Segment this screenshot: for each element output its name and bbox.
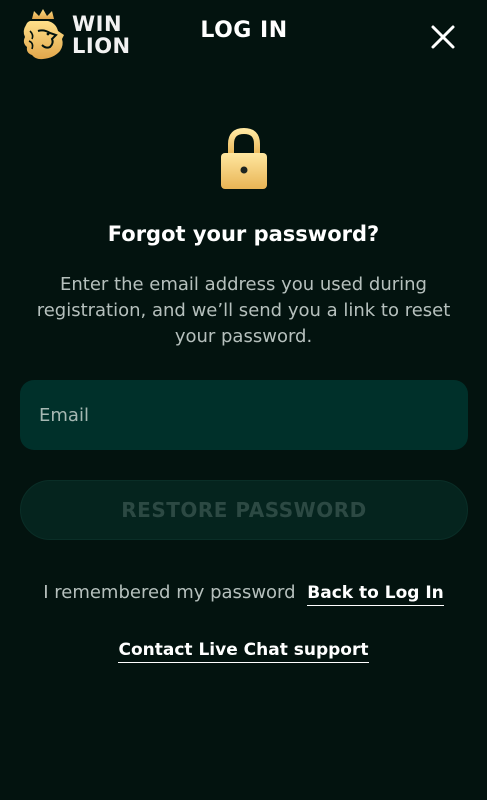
back-to-login-link[interactable]: Back to Log In xyxy=(307,583,444,606)
restore-password-button[interactable]: RESTORE PASSWORD xyxy=(20,480,468,540)
close-icon[interactable] xyxy=(430,24,456,50)
lion-logo-icon xyxy=(23,9,64,60)
remember-row: I remembered my password Back to Log In xyxy=(0,582,487,610)
brand-logo[interactable]: WIN LION xyxy=(20,9,140,61)
page-title: LOG IN xyxy=(200,18,288,43)
instructions-text: Enter the email address you used during … xyxy=(36,274,451,347)
brand-name-line1: WIN xyxy=(72,12,123,36)
email-input[interactable] xyxy=(20,380,468,450)
remember-text: I remembered my password xyxy=(43,582,296,603)
forgot-password-heading: Forgot your password? xyxy=(107,222,380,246)
contact-live-chat-link[interactable]: Contact Live Chat support xyxy=(118,640,369,663)
brand-name: WIN LION xyxy=(72,13,131,57)
header: WIN LION LOG IN xyxy=(0,0,487,72)
contact-row: Contact Live Chat support xyxy=(0,640,487,663)
lock-icon xyxy=(221,127,267,189)
brand-name-line2: LION xyxy=(72,34,131,58)
